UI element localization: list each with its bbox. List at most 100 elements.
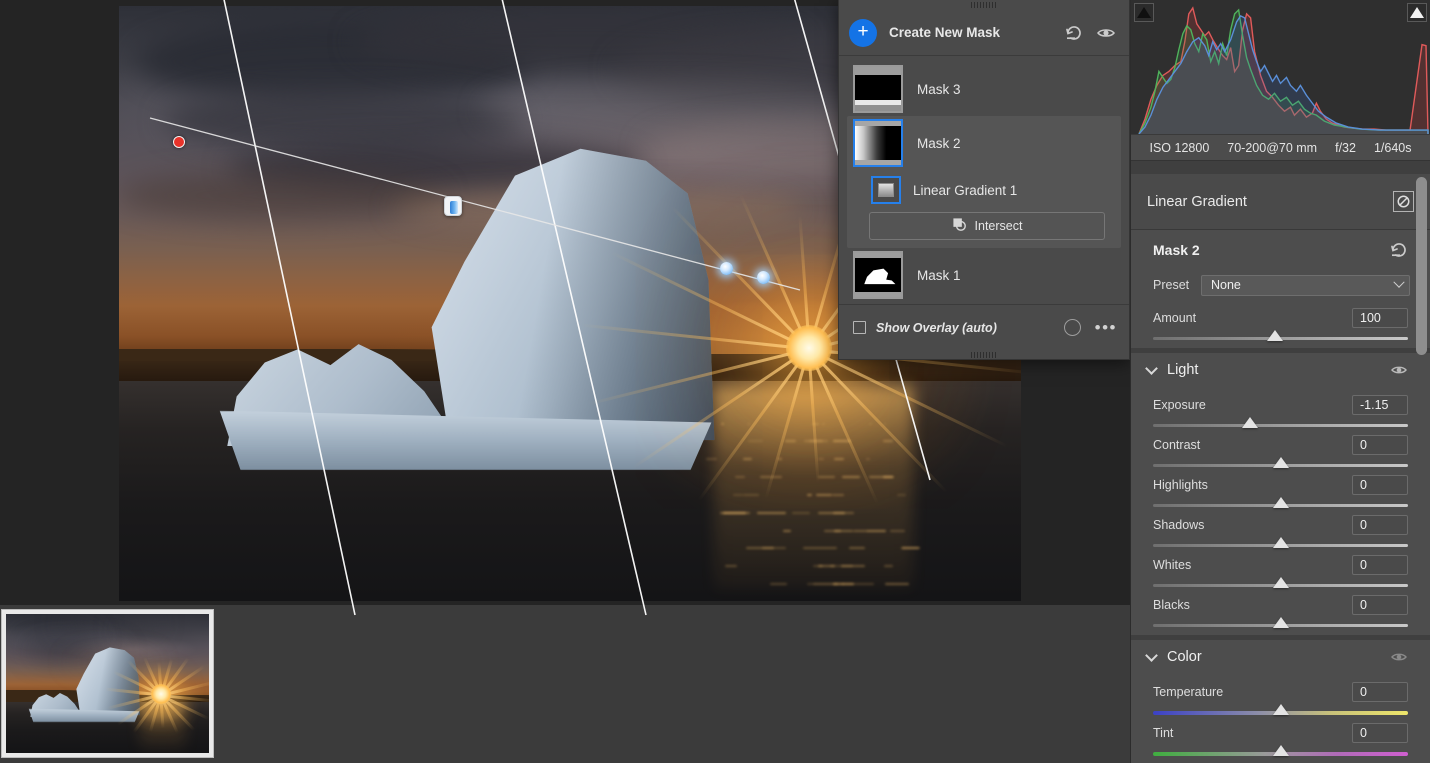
contrast-track[interactable] [1153, 464, 1408, 467]
filmstrip-thumbnail[interactable] [2, 610, 213, 757]
wave-highlight [721, 423, 724, 425]
tint-knob[interactable] [1273, 745, 1289, 756]
wave-highlight [869, 423, 872, 425]
more-options-icon[interactable]: ••• [1095, 323, 1117, 333]
mask-list-item-selected[interactable]: Mask 2 [847, 116, 1121, 170]
invert-mask-icon[interactable] [1393, 191, 1414, 212]
chevron-down-icon[interactable] [1145, 362, 1158, 375]
wave-highlight [812, 423, 819, 425]
temperature-value[interactable]: 0 [1352, 682, 1408, 702]
temperature-slider[interactable]: Temperature0 [1131, 674, 1430, 715]
tint-value[interactable]: 0 [1352, 723, 1408, 743]
wave-highlight [792, 512, 810, 514]
preset-select[interactable]: None [1201, 275, 1410, 296]
highlight-clipping-indicator[interactable] [1407, 3, 1427, 22]
temperature-label: Temperature [1153, 685, 1352, 699]
blacks-knob[interactable] [1273, 617, 1289, 628]
amount-knob[interactable] [1267, 330, 1283, 341]
whites-slider[interactable]: Whites0 [1131, 547, 1430, 587]
exposure-knob[interactable] [1242, 417, 1258, 428]
tool-title: Linear Gradient [1147, 194, 1393, 210]
contrast-slider[interactable]: Contrast0 [1131, 427, 1430, 467]
mask-thumbnail[interactable] [853, 65, 903, 113]
wave-highlight [743, 494, 759, 496]
exposure-value[interactable]: -1.15 [1352, 395, 1408, 415]
light-section-header[interactable]: Light [1131, 353, 1430, 387]
sidebar-scrollbar[interactable] [1416, 177, 1427, 355]
temperature-knob[interactable] [1273, 704, 1289, 715]
mask-thumbnail[interactable] [853, 251, 903, 299]
wave-highlight [841, 565, 865, 567]
eye-icon[interactable] [1388, 359, 1410, 381]
highlights-value[interactable]: 0 [1352, 475, 1408, 495]
shadows-value[interactable]: 0 [1352, 515, 1408, 535]
preset-label: Preset [1153, 278, 1201, 292]
chevron-down-icon[interactable] [1145, 649, 1158, 662]
temperature-track[interactable] [1153, 711, 1408, 715]
highlights-knob[interactable] [1273, 497, 1289, 508]
wave-highlight [725, 565, 737, 567]
shadows-label: Shadows [1153, 518, 1352, 532]
blacks-value[interactable]: 0 [1352, 595, 1408, 615]
gradient-thumb-icon[interactable] [871, 176, 901, 204]
wave-highlight [897, 494, 906, 496]
gradient-rotate-handle[interactable] [444, 196, 462, 216]
amount-value[interactable]: 100 [1352, 308, 1408, 328]
tint-slider[interactable]: Tint0 [1131, 715, 1430, 756]
eye-icon[interactable] [1388, 646, 1410, 668]
mask-thumbnail[interactable] [853, 119, 903, 167]
histogram[interactable] [1131, 0, 1430, 135]
create-new-mask-button[interactable]: + [849, 19, 877, 47]
gradient-control-point-2[interactable] [757, 271, 770, 284]
wave-highlight [890, 530, 904, 532]
mask-sub-item[interactable]: Linear Gradient 1 [847, 170, 1121, 210]
amount-track[interactable] [1153, 337, 1408, 340]
intersect-button[interactable]: Intersect [869, 212, 1105, 240]
shadows-knob[interactable] [1273, 537, 1289, 548]
wave-highlight [834, 458, 844, 460]
reset-icon[interactable] [1063, 22, 1085, 44]
reset-icon[interactable] [1388, 239, 1410, 261]
wave-highlight [706, 458, 717, 460]
exposure-track[interactable] [1153, 424, 1408, 427]
masking-panel: + Create New Mask Mask 3 [838, 0, 1130, 360]
shadow-clipping-indicator[interactable] [1134, 3, 1154, 22]
blacks-slider[interactable]: Blacks0 [1131, 587, 1430, 627]
tint-track[interactable] [1153, 752, 1408, 756]
show-overlay-checkbox[interactable] [853, 321, 866, 334]
mask-list-item[interactable]: Mask 1 [839, 248, 1129, 302]
wave-highlight [842, 583, 874, 585]
color-section-header[interactable]: Color [1131, 640, 1430, 674]
highlights-track[interactable] [1153, 504, 1408, 507]
overlay-color-circle[interactable] [1064, 319, 1081, 336]
masking-panel-header: + Create New Mask [839, 10, 1129, 56]
light-section: Light Exposure-1.15Contrast0Highlights0S… [1131, 353, 1430, 635]
preset-value: None [1211, 278, 1395, 292]
contrast-value[interactable]: 0 [1352, 435, 1408, 455]
tool-header: Linear Gradient [1131, 174, 1430, 230]
gradient-start-pin[interactable] [173, 136, 185, 148]
wave-highlight [866, 458, 870, 460]
whites-value[interactable]: 0 [1352, 555, 1408, 575]
intersect-icon [952, 217, 967, 235]
amount-slider[interactable]: Amount 100 [1131, 300, 1430, 340]
shadows-slider[interactable]: Shadows0 [1131, 507, 1430, 547]
wave-highlight [757, 512, 787, 514]
exposure-slider[interactable]: Exposure-1.15 [1131, 387, 1430, 427]
panel-drag-grip-top[interactable] [839, 0, 1129, 10]
panel-drag-grip-bottom[interactable] [839, 350, 1129, 359]
mask-list: Mask 3 Mask 2 Linear Gradient 1 [839, 56, 1129, 304]
highlights-slider[interactable]: Highlights0 [1131, 467, 1430, 507]
mask-list-item[interactable]: Mask 3 [839, 62, 1129, 116]
whites-knob[interactable] [1273, 577, 1289, 588]
whites-track[interactable] [1153, 584, 1408, 587]
gradient-control-point-1[interactable] [720, 262, 733, 275]
wave-highlight [832, 494, 844, 496]
shadows-track[interactable] [1153, 544, 1408, 547]
wave-highlight [783, 530, 791, 532]
lightroom-window: + Create New Mask Mask 3 [0, 0, 1430, 763]
contrast-knob[interactable] [1273, 457, 1289, 468]
mask-settings-header: Mask 2 [1131, 230, 1430, 270]
blacks-track[interactable] [1153, 624, 1408, 627]
eye-icon[interactable] [1095, 22, 1117, 44]
